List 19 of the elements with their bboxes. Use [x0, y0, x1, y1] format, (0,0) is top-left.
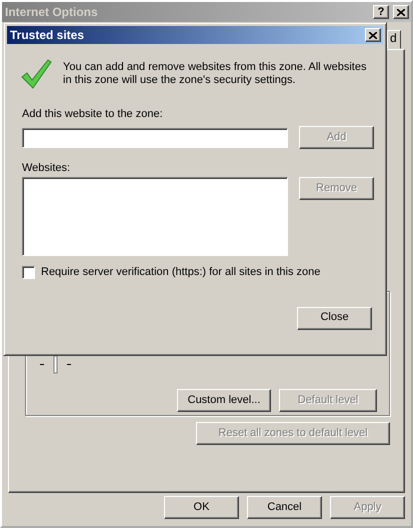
checkbox[interactable] [22, 266, 35, 280]
close-button[interactable] [393, 5, 409, 19]
list-label: Websites: [22, 162, 72, 176]
close-icon [369, 32, 377, 38]
website-input-field[interactable] [22, 128, 288, 148]
ok-button[interactable]: OK [164, 496, 239, 519]
cancel-button[interactable]: Cancel [247, 496, 322, 519]
dialog-title: Trusted sites [10, 28, 84, 42]
help-button[interactable]: ? [373, 5, 389, 19]
websites-list[interactable] [22, 177, 288, 256]
close-icon [397, 8, 405, 16]
field-label: Add this website to the zone: [22, 108, 164, 122]
custom-level-button[interactable]: Custom level... [177, 389, 271, 412]
checkbox-label: Require server verification (https:) for all sites in this zone [41, 266, 320, 280]
close-button[interactable]: Close [297, 306, 372, 330]
close-button[interactable] [365, 28, 381, 42]
checkmark-icon [20, 58, 52, 90]
window-title: Internet Options [5, 4, 98, 20]
message-text: You can add and remove websites from this zone. All websites in this zone will use the zone's security settings. [63, 60, 368, 88]
